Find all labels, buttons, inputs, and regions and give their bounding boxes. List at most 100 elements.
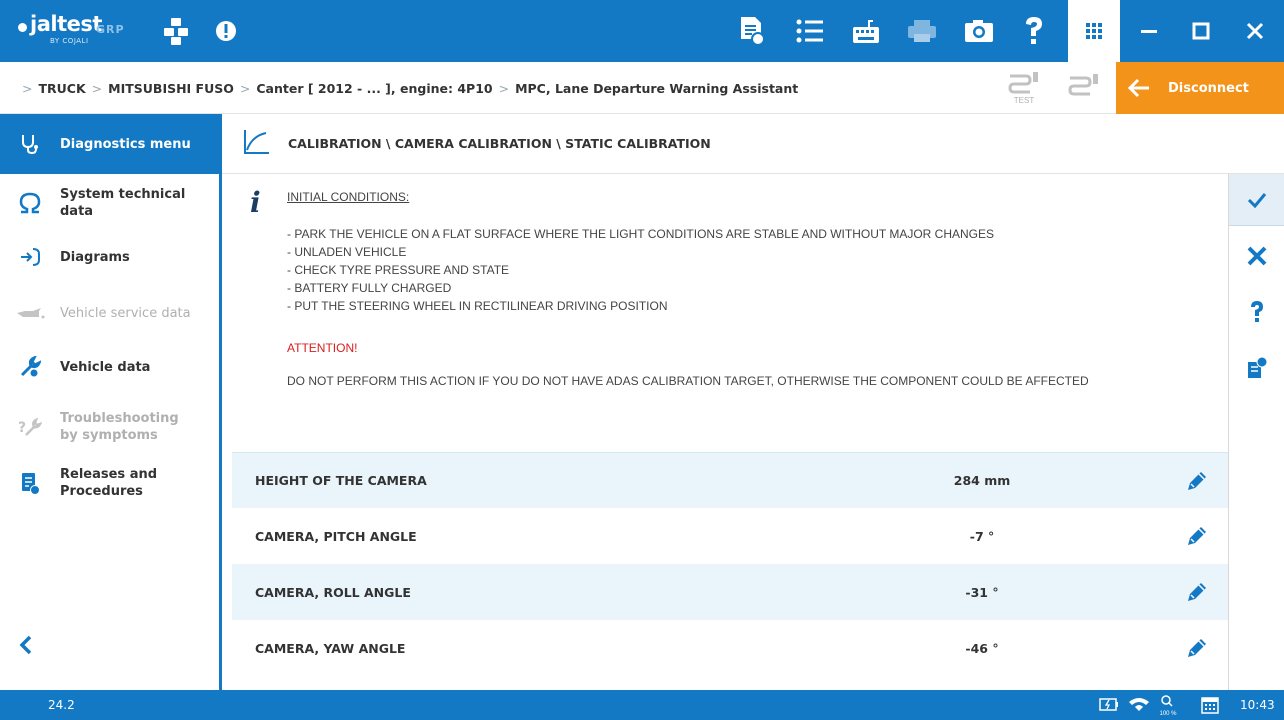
maximize-button[interactable] bbox=[1174, 0, 1228, 62]
condition-item: - PUT THE STEERING WHEEL IN RECTILINEAR … bbox=[287, 299, 668, 313]
close-window-button[interactable] bbox=[1228, 0, 1282, 62]
sidebar-item-vehicle-service-data[interactable]: Vehicle service data bbox=[0, 288, 219, 338]
row-label: HEIGHT OF THE CAMERA bbox=[255, 473, 427, 488]
main-header: CALIBRATION \ CAMERA CALIBRATION \ STATI… bbox=[222, 114, 1284, 174]
releases-icon bbox=[0, 471, 60, 495]
edit-pencil-icon[interactable] bbox=[1184, 523, 1210, 552]
grp-label: GRP bbox=[96, 23, 125, 36]
sidebar: Diagnostics menu System technical data D… bbox=[0, 114, 222, 690]
conditions-title: INITIAL CONDITIONS: bbox=[287, 190, 410, 204]
battery-icon[interactable] bbox=[1098, 695, 1120, 716]
disconnect-button[interactable]: Disconnect bbox=[1116, 62, 1284, 114]
breadcrumb-item-make[interactable]: MITSUBISHI FUSO bbox=[108, 81, 234, 96]
parameter-list: HEIGHT OF THE CAMERA 284 mm CAMERA, PITC… bbox=[232, 452, 1228, 676]
document-settings-button[interactable] bbox=[1229, 342, 1284, 394]
omega-icon bbox=[0, 192, 60, 214]
document-settings-icon bbox=[1248, 356, 1268, 378]
logo-text: jaltest bbox=[30, 12, 102, 36]
help-icon bbox=[1251, 301, 1263, 322]
breadcrumb-item-model[interactable]: Canter [ 2012 - ... ], engine: 4P10 bbox=[256, 81, 492, 96]
sidebar-item-label: Releases and Procedures bbox=[60, 467, 158, 499]
oil-can-icon bbox=[0, 305, 60, 321]
disconnect-label: Disconnect bbox=[1168, 80, 1249, 96]
attention-text: DO NOT PERFORM THIS ACTION IF YOU DO NOT… bbox=[287, 374, 1089, 388]
breadcrumb-item-truck[interactable]: TRUCK bbox=[38, 81, 85, 96]
zoom-icon[interactable]: 100 % bbox=[1156, 693, 1180, 720]
connection-icon[interactable] bbox=[1064, 70, 1104, 106]
status-bar: 24.2 100 % 10:43 bbox=[0, 690, 1284, 720]
stethoscope-icon bbox=[0, 133, 60, 155]
sidebar-item-releases-and-procedures[interactable]: Releases and Procedures bbox=[0, 458, 219, 508]
report-icon[interactable] bbox=[726, 0, 778, 62]
row-label: CAMERA, ROLL ANGLE bbox=[255, 584, 411, 600]
arrow-left-icon bbox=[1128, 78, 1149, 98]
troubleshooting-icon: ? bbox=[0, 416, 60, 438]
condition-item: - BATTERY FULLY CHARGED bbox=[287, 281, 452, 295]
cancel-button[interactable] bbox=[1229, 230, 1284, 282]
maximize-icon bbox=[1192, 22, 1210, 40]
svg-text:?: ? bbox=[18, 420, 26, 436]
jaltest-logo: jaltest BY COJALI bbox=[18, 12, 102, 50]
action-column bbox=[1228, 174, 1284, 690]
breadcrumb: > TRUCK > MITSUBISHI FUSO > Canter [ 201… bbox=[22, 80, 799, 96]
sidebar-item-label: Vehicle service data bbox=[60, 305, 191, 321]
confirm-button[interactable] bbox=[1229, 174, 1284, 226]
test-label: TEST bbox=[1014, 96, 1035, 105]
car-group-icon[interactable] bbox=[152, 0, 200, 62]
top-bar: jaltest BY COJALI GRP bbox=[0, 0, 1284, 62]
keyboard-icon[interactable] bbox=[840, 0, 892, 62]
row-label: CAMERA, YAW ANGLE bbox=[255, 640, 406, 656]
row-value: -7 ° bbox=[969, 528, 995, 544]
help-button[interactable] bbox=[1229, 286, 1284, 338]
wrench-icon bbox=[0, 356, 60, 378]
table-row: HEIGHT OF THE CAMERA 284 mm bbox=[232, 452, 1228, 508]
logo-subtitle: BY COJALI bbox=[50, 37, 89, 45]
version-label: 24.2 bbox=[48, 698, 75, 712]
sidebar-item-label: Diagnostics menu bbox=[60, 136, 191, 152]
calibration-graph-icon bbox=[242, 128, 270, 160]
sidebar-item-troubleshooting[interactable]: ? Troubleshooting by symptoms bbox=[0, 402, 219, 452]
list-icon[interactable] bbox=[784, 0, 836, 62]
row-value: 284 mm bbox=[953, 473, 1011, 488]
alert-icon[interactable] bbox=[206, 0, 246, 62]
minimize-button[interactable] bbox=[1122, 0, 1176, 62]
row-value: -46 ° bbox=[965, 640, 999, 656]
printer-icon[interactable] bbox=[896, 0, 948, 62]
camera-icon[interactable] bbox=[952, 0, 1006, 62]
help-icon[interactable] bbox=[1008, 0, 1060, 62]
confirm-icon bbox=[1247, 192, 1267, 208]
condition-item: - PARK THE VEHICLE ON A FLAT SURFACE WHE… bbox=[287, 227, 995, 241]
edit-pencil-icon[interactable] bbox=[1184, 635, 1210, 664]
sidebar-item-label: Vehicle data bbox=[60, 359, 151, 375]
info-panel: i INITIAL CONDITIONS: - PARK THE VEHICLE… bbox=[222, 174, 1228, 452]
chevron-left-icon[interactable] bbox=[18, 634, 34, 660]
close-icon bbox=[1246, 22, 1264, 40]
edit-pencil-icon[interactable] bbox=[1184, 468, 1210, 497]
sidebar-item-diagrams[interactable]: Diagrams bbox=[0, 232, 219, 282]
wifi-icon[interactable] bbox=[1128, 695, 1150, 716]
table-row: CAMERA, ROLL ANGLE -31 ° bbox=[232, 564, 1228, 620]
attention-label: ATTENTION! bbox=[287, 341, 358, 355]
row-label: CAMERA, PITCH ANGLE bbox=[255, 528, 417, 544]
calendar-icon[interactable] bbox=[1200, 695, 1220, 718]
diagram-icon bbox=[0, 246, 60, 268]
info-icon: i bbox=[250, 186, 261, 219]
apps-grid-icon bbox=[1086, 23, 1102, 39]
test-connection-icon[interactable]: TEST bbox=[1004, 70, 1044, 106]
table-row: CAMERA, PITCH ANGLE -7 ° bbox=[232, 508, 1228, 564]
edit-pencil-icon[interactable] bbox=[1184, 579, 1210, 608]
sidebar-item-vehicle-data[interactable]: Vehicle data bbox=[0, 342, 219, 392]
zoom-label: 100 % bbox=[1159, 711, 1177, 717]
sidebar-item-system-technical-data[interactable]: System technical data bbox=[0, 178, 219, 228]
sidebar-item-diagnostics-menu[interactable]: Diagnostics menu bbox=[0, 114, 219, 174]
cancel-icon bbox=[1247, 246, 1267, 266]
apps-grid-button[interactable] bbox=[1068, 0, 1120, 62]
sidebar-item-label: Diagrams bbox=[60, 249, 130, 265]
sidebar-item-label: Troubleshooting by symptoms bbox=[60, 411, 179, 443]
breadcrumb-item-system[interactable]: MPC, Lane Departure Warning Assistant bbox=[515, 81, 798, 96]
condition-item: - UNLADEN VEHICLE bbox=[287, 245, 407, 259]
minimize-icon bbox=[1141, 30, 1157, 33]
table-row: CAMERA, YAW ANGLE -46 ° bbox=[232, 620, 1228, 676]
row-value: -31 ° bbox=[965, 584, 999, 600]
clock-time: 10:43 bbox=[1240, 698, 1275, 712]
